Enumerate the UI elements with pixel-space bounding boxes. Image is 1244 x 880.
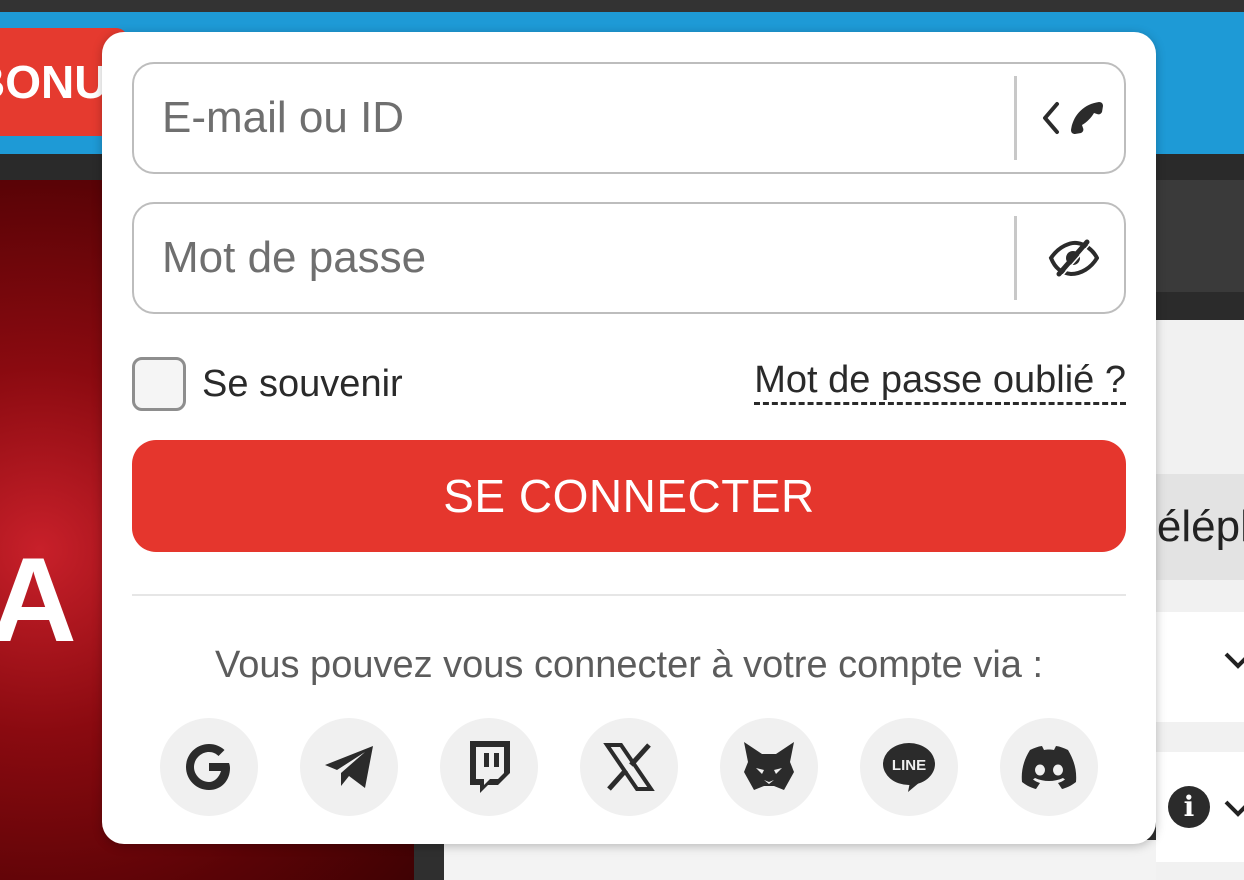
social-login-list: LINE — [160, 718, 1098, 816]
remember-me[interactable]: Se souvenir — [132, 356, 403, 412]
google-icon — [186, 744, 230, 790]
social-login-intro: Vous pouvez vous connecter à votre compt… — [214, 644, 1044, 686]
metamask-login-button[interactable] — [720, 718, 818, 816]
right-panel-strip — [1156, 180, 1244, 292]
eye-slash-icon — [1048, 239, 1099, 277]
popup-arrow — [1010, 38, 1046, 64]
chevron-down-icon[interactable] — [1222, 640, 1244, 680]
switch-to-phone-button[interactable] — [1024, 64, 1122, 172]
field-divider — [1014, 76, 1017, 160]
forgot-password-link[interactable]: Mot de passe oublié ? — [754, 358, 1126, 405]
chevron-down-icon[interactable] — [1222, 788, 1244, 828]
login-button[interactable]: SE CONNECTER — [132, 440, 1126, 552]
x-login-button[interactable] — [580, 718, 678, 816]
email-input[interactable] — [134, 64, 1014, 172]
content-card — [444, 840, 1156, 880]
divider — [132, 594, 1126, 596]
toggle-password-visibility-button[interactable] — [1024, 204, 1122, 312]
email-field — [132, 62, 1126, 174]
google-login-button[interactable] — [160, 718, 258, 816]
top-bar — [0, 0, 1244, 12]
line-login-button[interactable]: LINE — [860, 718, 958, 816]
metamask-icon — [744, 742, 794, 790]
x-icon — [603, 743, 655, 791]
info-icon[interactable]: i — [1168, 786, 1210, 828]
phone-tab[interactable]: Téléphone — [1156, 474, 1244, 580]
line-badge-text: LINE — [892, 757, 926, 774]
telegram-login-button[interactable] — [300, 718, 398, 816]
twitch-icon — [470, 741, 510, 793]
password-field — [132, 202, 1126, 314]
login-popup: Se souvenir Mot de passe oublié ? SE CON… — [102, 32, 1156, 844]
hero-text: A — [0, 533, 77, 667]
telegram-icon — [325, 746, 373, 788]
line-icon: LINE — [883, 743, 935, 792]
remember-label: Se souvenir — [202, 362, 403, 405]
field-divider — [1014, 216, 1017, 300]
discord-icon — [1021, 746, 1077, 789]
discord-login-button[interactable] — [1000, 718, 1098, 816]
remember-checkbox[interactable] — [132, 357, 186, 411]
phone-switch-icon — [1043, 102, 1103, 134]
password-input[interactable] — [134, 204, 1014, 312]
twitch-login-button[interactable] — [440, 718, 538, 816]
